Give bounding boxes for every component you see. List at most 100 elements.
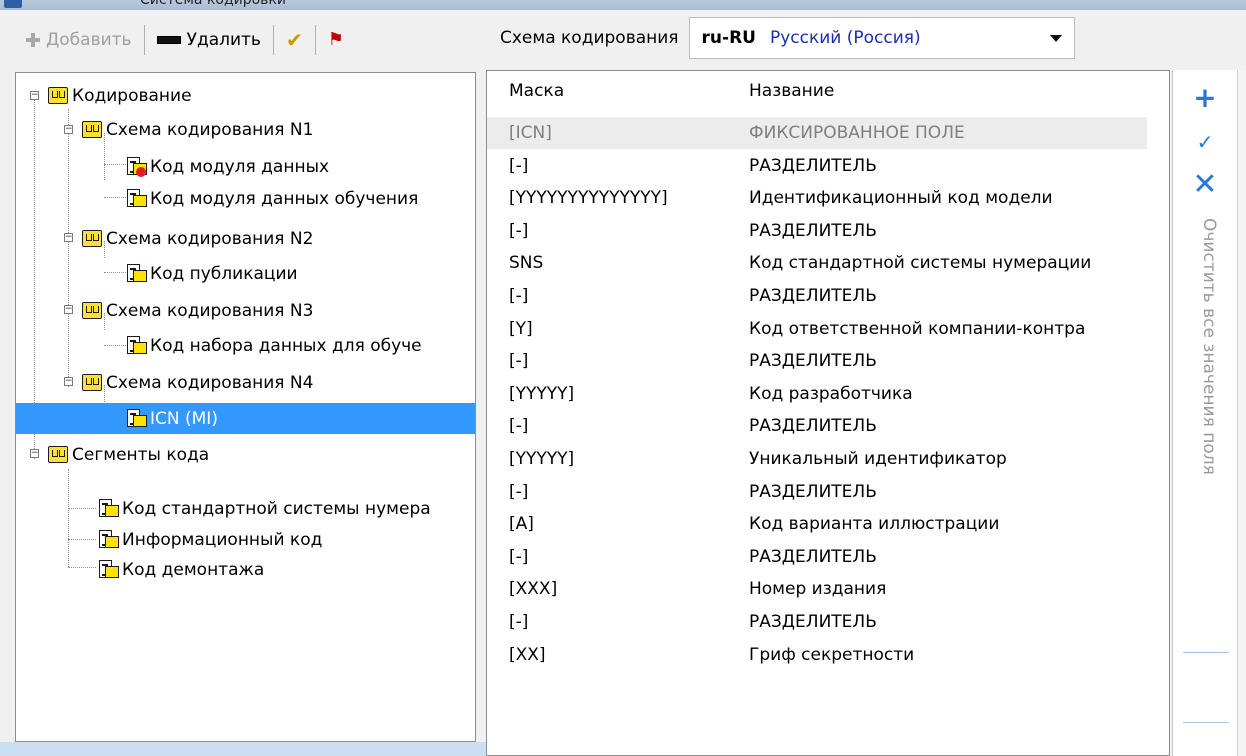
tree-node-root[interactable]: Кодирование (48, 80, 192, 111)
tree-node-segment[interactable]: Код стандартной системы нумера (98, 493, 431, 524)
clear-all-values-button[interactable]: Очистить все значения поля (1189, 218, 1219, 638)
name-cell[interactable]: РАЗДЕЛИТЕЛЬ (749, 351, 1133, 371)
name-cell[interactable]: Код стандартной системы нумерации (749, 253, 1133, 273)
mask-cell[interactable]: [Y] (509, 319, 533, 339)
mask-cell[interactable]: [XX] (509, 645, 546, 665)
check-button[interactable]: ✔ (282, 22, 307, 58)
toolbar-separator (314, 25, 316, 55)
document-icon (98, 498, 120, 519)
name-cell[interactable]: РАЗДЕЛИТЕЛЬ (749, 286, 1133, 306)
mask-cell[interactable]: [-] (509, 156, 528, 176)
mask-cell[interactable]: [-] (509, 547, 528, 567)
coding-tree[interactable]: − − − − − − Кодирование Схема кодировани… (15, 72, 476, 742)
scheme-language: Русский (Россия) (769, 28, 921, 48)
name-cell[interactable]: Код разработчика (749, 384, 1133, 404)
mask-cell[interactable]: [YYYYYYYYYYYYYY] (509, 188, 668, 208)
table-row[interactable]: [XX] Гриф секретности (487, 639, 1147, 671)
table-row[interactable]: [YYYYY] Уникальный идентификатор (487, 443, 1147, 475)
close-icon[interactable]: ✕ (1173, 170, 1237, 200)
tree-node-scheme[interactable]: Схема кодирования N3 (82, 295, 313, 326)
tree-toolbar: Добавить Удалить ✔ ⚑ (0, 12, 480, 68)
name-cell[interactable]: ФИКСИРОВАННОЕ ПОЛЕ (749, 123, 1133, 143)
table-row[interactable]: [XXX] Номер издания (487, 573, 1147, 605)
table-row[interactable]: [-] РАЗДЕЛИТЕЛЬ (487, 606, 1147, 638)
tree-node-label: Схема кодирования N2 (106, 228, 314, 249)
name-cell[interactable]: РАЗДЕЛИТЕЛЬ (749, 612, 1133, 632)
scheme-code: ru-RU (701, 28, 756, 48)
delete-button-label: Удалить (186, 30, 261, 50)
tree-node-code[interactable]: Код модуля данных обучения (126, 183, 418, 214)
tree-node-segment[interactable]: Код демонтажа (98, 554, 264, 585)
column-header-mask[interactable]: Маска (509, 81, 564, 101)
add-button[interactable]: Добавить (22, 22, 136, 58)
flag-button[interactable]: ⚑ (324, 22, 348, 58)
tree-node-code-selected[interactable]: ICN (MI) (16, 403, 475, 434)
collapse-toggle[interactable]: − (64, 377, 73, 386)
table-row[interactable]: [Y] Код ответственной компании-контра (487, 313, 1147, 345)
tree-node-label: ICN (MI) (150, 408, 218, 429)
plus-icon[interactable]: + (1173, 84, 1237, 112)
name-cell[interactable]: Код варианта иллюстрации (749, 514, 1133, 534)
mask-cell[interactable]: [A] (509, 514, 534, 534)
name-cell[interactable]: Уникальный идентификатор (749, 449, 1133, 469)
mask-cell[interactable]: SNS (509, 253, 543, 273)
tree-node-scheme[interactable]: Схема кодирования N2 (82, 223, 313, 254)
tree-node-scheme[interactable]: Схема кодирования N4 (82, 367, 313, 398)
tree-node-segment[interactable]: Информационный код (98, 524, 322, 555)
delete-button[interactable]: Удалить (153, 22, 265, 58)
table-row[interactable]: [-] РАЗДЕЛИТЕЛЬ (487, 410, 1147, 442)
collapse-toggle[interactable]: − (64, 305, 73, 314)
vertical-scrollbar[interactable] (1237, 70, 1246, 756)
name-cell[interactable]: РАЗДЕЛИТЕЛЬ (749, 482, 1133, 502)
dropdown-arrow-icon (1049, 35, 1062, 42)
table-row[interactable]: [YYYYY] Код разработчика (487, 378, 1147, 410)
name-cell[interactable]: Идентификационный код модели (749, 188, 1133, 208)
table-row[interactable]: [-] РАЗДЕЛИТЕЛЬ (487, 345, 1147, 377)
tree-node-code[interactable]: Код модуля данных (126, 151, 329, 182)
name-cell[interactable]: РАЗДЕЛИТЕЛЬ (749, 547, 1133, 567)
mask-cell[interactable]: [ICN] (509, 123, 552, 143)
table-row[interactable]: [-] РАЗДЕЛИТЕЛЬ (487, 150, 1147, 182)
mask-cell[interactable]: [-] (509, 221, 528, 241)
table-row[interactable]: [-] РАЗДЕЛИТЕЛЬ (487, 476, 1147, 508)
table-row[interactable]: SNS Код стандартной системы нумерации (487, 247, 1147, 279)
table-row[interactable]: [YYYYYYYYYYYYYY] Идентификационный код мо… (487, 182, 1147, 214)
window-title: Система кодировки (140, 0, 286, 8)
name-cell[interactable]: РАЗДЕЛИТЕЛЬ (749, 416, 1133, 436)
collapse-toggle[interactable]: − (64, 233, 73, 242)
folder-icon (82, 230, 102, 247)
name-cell[interactable]: Номер издания (749, 579, 1133, 599)
mask-cell[interactable]: [-] (509, 612, 528, 632)
mask-cell[interactable]: [-] (509, 416, 528, 436)
table-row[interactable]: [A] Код варианта иллюстрации (487, 508, 1147, 540)
name-cell[interactable]: РАЗДЕЛИТЕЛЬ (749, 156, 1133, 176)
tree-node-code[interactable]: Код публикации (126, 258, 298, 289)
name-cell[interactable]: Код ответственной компании-контра (749, 319, 1133, 339)
name-cell[interactable]: Гриф секретности (749, 645, 1133, 665)
mask-cell[interactable]: [-] (509, 351, 528, 371)
mask-cell[interactable]: [XXX] (509, 579, 557, 599)
table-row[interactable]: [ICN] ФИКСИРОВАННОЕ ПОЛЕ (487, 117, 1147, 149)
column-header-name[interactable]: Название (749, 81, 1133, 101)
mask-cell[interactable]: [YYYYY] (509, 384, 574, 404)
collapse-toggle[interactable]: − (30, 449, 39, 458)
collapse-toggle[interactable]: − (30, 91, 39, 100)
tree-node-code[interactable]: Код набора данных для обуче (126, 330, 422, 361)
tree-node-label: Код стандартной системы нумера (122, 498, 431, 519)
mask-cell[interactable]: [-] (509, 286, 528, 306)
check-icon[interactable]: ✓ (1173, 132, 1237, 152)
scheme-select[interactable]: ru-RU Русский (Россия) (688, 17, 1075, 59)
table-row[interactable]: [-] РАЗДЕЛИТЕЛЬ (487, 541, 1147, 573)
folder-icon (48, 87, 68, 104)
document-icon (126, 408, 148, 429)
mask-cell[interactable]: [-] (509, 482, 528, 502)
table-row[interactable]: [-] РАЗДЕЛИТЕЛЬ (487, 215, 1147, 247)
tree-node-scheme[interactable]: Схема кодирования N1 (82, 114, 313, 145)
table-row[interactable]: [-] РАЗДЕЛИТЕЛЬ (487, 280, 1147, 312)
mask-cell[interactable]: [YYYYY] (509, 449, 574, 469)
name-cell[interactable]: РАЗДЕЛИТЕЛЬ (749, 221, 1133, 241)
collapse-toggle[interactable]: − (64, 125, 73, 134)
mask-grid[interactable]: Маска Название [ICN] ФИКСИРОВАННОЕ ПОЛЕ [-… (486, 70, 1170, 756)
tree-node-segments[interactable]: Сегменты кода (48, 439, 209, 470)
folder-icon (82, 121, 102, 138)
